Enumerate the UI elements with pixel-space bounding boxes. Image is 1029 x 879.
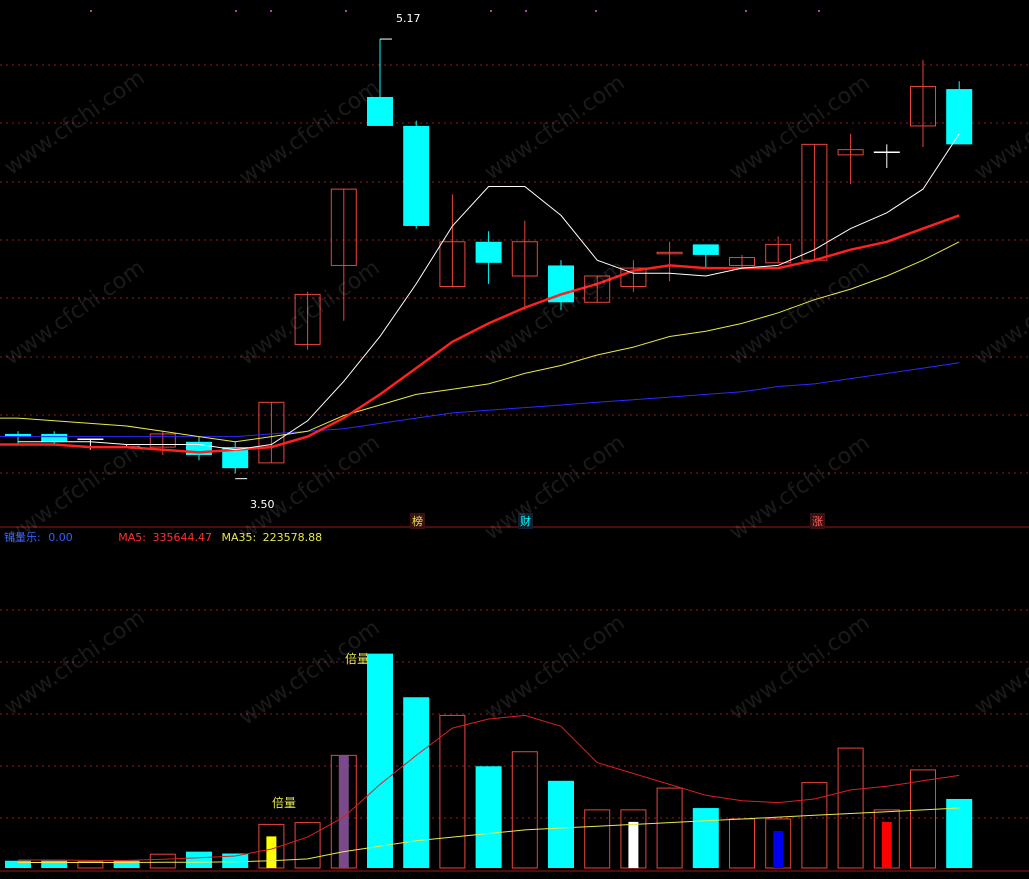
volume-bar-down: [692, 808, 719, 868]
volume-bar-up: [801, 782, 828, 869]
stock-chart: 5.17 3.50 榜 财 涨 锦量乐: 0.00 MA5: 335644.47…: [0, 0, 1029, 875]
volume-marker-bar: [881, 821, 892, 868]
vol-ma5-label: MA5:: [118, 531, 146, 544]
volume-bar-down: [186, 851, 212, 868]
candle-body-down: [367, 96, 393, 126]
top-tick: [818, 10, 820, 12]
top-tick: [525, 10, 527, 12]
volume-bar-down: [367, 653, 393, 868]
volume-bar-down: [946, 798, 973, 868]
candle-body-down: [41, 433, 68, 442]
candle-body-down: [692, 244, 719, 255]
top-tick: [235, 10, 237, 12]
volume-marker-bar: [773, 830, 784, 868]
volume-bar-up: [511, 751, 538, 869]
top-tick: [345, 10, 347, 12]
volume-bar-up: [149, 853, 176, 869]
top-tick: [595, 10, 597, 12]
volume-bar-down: [5, 860, 31, 868]
event-tag-1[interactable]: 榜: [410, 513, 425, 529]
volume-bar-up: [294, 822, 321, 869]
ma60-line: [18, 362, 960, 438]
volume-bar-down: [41, 860, 68, 868]
volume-bar-up: [910, 769, 936, 869]
low-price-label: 3.50: [250, 498, 275, 511]
ma5-line: [18, 133, 960, 451]
candle-body-down: [403, 125, 430, 226]
volume-bar-up: [729, 818, 755, 869]
chart-svg: [0, 10, 1029, 872]
candle-body-down: [475, 241, 502, 263]
volume-indicator-label: 锦量乐:: [4, 531, 41, 544]
volume-bar-down: [475, 766, 502, 868]
high-price-label: 5.17: [396, 12, 421, 25]
volume-header: 锦量乐: 0.00 MA5: 335644.47 MA35: 223578.88: [4, 529, 322, 545]
volume-bar-down: [548, 780, 574, 868]
volume-annotation-1: 倍量: [272, 796, 297, 810]
volume-bar-up: [584, 809, 611, 869]
candle-body-down: [946, 89, 973, 145]
volume-indicator-value: 0.00: [48, 531, 73, 544]
event-tag-2[interactable]: 财: [518, 513, 533, 529]
volume-annotation-2: 倍量: [345, 652, 370, 666]
volume-bar-up: [439, 714, 466, 869]
top-tick: [745, 10, 747, 12]
vol-ma35-value: 223578.88: [262, 531, 323, 544]
volume-marker-bar: [628, 821, 639, 868]
top-tick: [490, 10, 492, 12]
top-tick: [90, 10, 92, 12]
vol-ma35-label: MA35:: [221, 531, 257, 544]
volume-bar-up: [656, 787, 683, 869]
volume-bar-down: [113, 860, 140, 868]
event-tag-3[interactable]: 涨: [810, 513, 825, 529]
top-tick: [270, 10, 272, 12]
volume-marker-bar: [266, 836, 277, 868]
vol-ma5-value: 335644.47: [152, 531, 212, 544]
